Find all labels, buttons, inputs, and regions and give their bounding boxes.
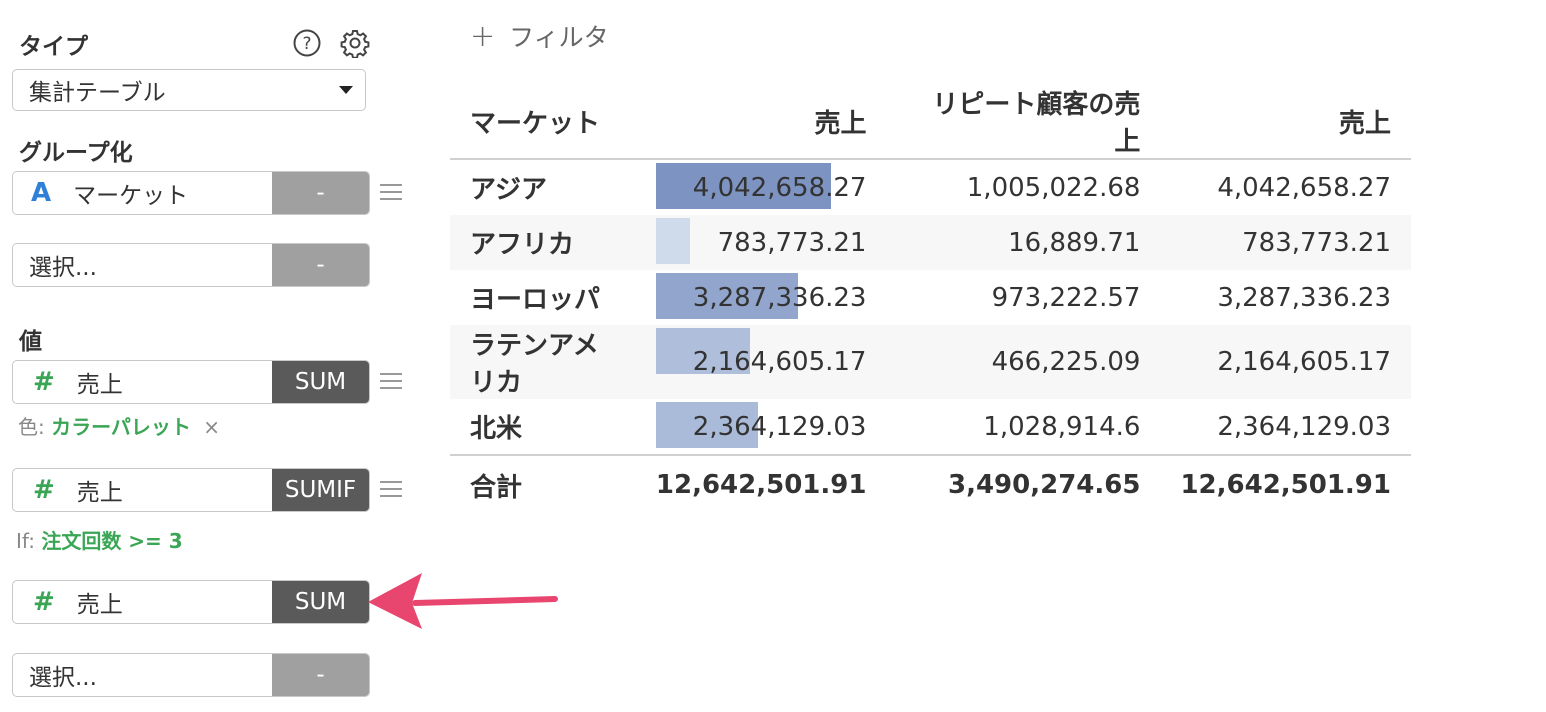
color-note: 色: カラーパレット × — [18, 411, 220, 440]
sales-cell: 2,364,129.03 — [636, 399, 887, 455]
column-header[interactable]: マーケット — [450, 84, 636, 160]
number-type-icon: # — [33, 587, 55, 617]
value-field-3-agg-button[interactable]: SUM — [272, 581, 369, 623]
value-select-agg-button[interactable]: - — [272, 654, 369, 696]
table-row: ラテンアメリカ 2,164,605.17 466,225.09 2,164,605.1… — [450, 325, 1411, 399]
sales-value: 4,042,658.27 — [692, 172, 867, 203]
table-row: アフリカ 783,773.21 16,889.71 783,773.21 — [450, 215, 1411, 270]
if-condition-link[interactable]: 注文回数 >= 3 — [41, 529, 182, 553]
pivot-table: マーケット 売上 リピート顧客の売上 売上 アジア 4,042,658.27 1,0… — [450, 84, 1411, 514]
remove-color-icon[interactable]: × — [203, 415, 220, 439]
sales-value: 783,773.21 — [717, 227, 867, 258]
chart-type-select[interactable]: 集計テーブル — [12, 69, 366, 111]
value-field-1-agg-button[interactable]: SUM — [272, 361, 369, 403]
market-cell: 北米 — [470, 414, 523, 444]
group-field[interactable]: A マーケット - — [12, 171, 370, 215]
repeat-sales-cell: 1,028,914.6 — [983, 411, 1141, 442]
total-cell: 12,642,501.91 — [635, 454, 887, 514]
sales-value: 2,164,605.17 — [692, 347, 867, 377]
table-header-row: マーケット 売上 リピート顧客の売上 売上 — [450, 84, 1411, 160]
value-select-field[interactable]: 選択... - — [12, 653, 370, 697]
drag-handle-icon[interactable] — [380, 372, 402, 390]
value-field-2-name-area[interactable]: # 売上 — [13, 469, 272, 511]
value-field-2-name: 売上 — [76, 480, 123, 506]
group-select-placeholder[interactable]: 選択... — [13, 244, 272, 286]
number-type-icon: # — [33, 367, 55, 397]
chevron-down-icon — [339, 86, 353, 94]
help-icon[interactable]: ? — [290, 26, 324, 60]
if-note-prefix: If: — [16, 529, 35, 553]
sales-cell-2: 2,364,129.03 — [1217, 411, 1391, 442]
gear-icon[interactable] — [338, 26, 372, 60]
svg-text:?: ? — [302, 34, 311, 54]
total-label: 合計 — [450, 454, 636, 514]
sales-cell-2: 2,164,605.17 — [1160, 325, 1411, 399]
type-label: タイプ — [19, 34, 88, 60]
market-cell: ラテンアメリカ — [450, 325, 636, 399]
value-field-3-name: 売上 — [76, 592, 123, 618]
total-cell: 3,490,274.65 — [886, 454, 1161, 514]
column-header[interactable]: 売上 — [1160, 84, 1411, 160]
plus-icon: + — [470, 18, 496, 54]
repeat-sales-cell: 973,222.57 — [991, 282, 1141, 313]
group-field-name: マーケット — [73, 183, 189, 209]
add-filter-button[interactable]: + フィルタ — [470, 18, 609, 54]
data-bar — [655, 218, 690, 264]
column-header[interactable]: 売上 — [635, 84, 887, 160]
repeat-sales-cell: 466,225.09 — [886, 325, 1161, 399]
sales-cell: 2,164,605.17 — [635, 325, 887, 399]
group-select-field[interactable]: 選択... - — [12, 243, 370, 287]
group-field-agg-button[interactable]: - — [272, 172, 369, 214]
sales-cell: 4,042,658.27 — [636, 159, 887, 215]
sales-cell: 783,773.21 — [635, 215, 887, 270]
market-cell: アフリカ — [450, 215, 636, 270]
chart-type-value: 集計テーブル — [29, 80, 166, 106]
value-field-1-name-area[interactable]: # 売上 — [13, 361, 272, 403]
number-type-icon: # — [33, 475, 55, 505]
table-row: 北米 2,364,129.03 1,028,914.6 2,364,129.03 — [450, 399, 1411, 455]
text-type-icon: A — [31, 178, 52, 208]
sales-value: 3,287,336.23 — [692, 282, 867, 313]
value-select-placeholder[interactable]: 選択... — [13, 654, 272, 696]
table-row: ヨーロッパ 3,287,336.23 973,222.57 3,287,336.23 — [450, 270, 1411, 325]
total-cell: 12,642,501.91 — [1160, 454, 1411, 514]
table-row: アジア 4,042,658.27 1,005,022.68 4,042,658.27 — [450, 159, 1411, 215]
sales-cell-2: 783,773.21 — [1160, 215, 1411, 270]
sales-cell-2: 4,042,658.27 — [1217, 172, 1391, 203]
group-label: グループ化 — [19, 140, 133, 166]
group-field-name-area[interactable]: A マーケット — [13, 172, 272, 214]
sales-cell-2: 3,287,336.23 — [1217, 282, 1391, 313]
repeat-sales-cell: 1,005,022.68 — [966, 172, 1141, 203]
color-palette-link[interactable]: カラーパレット — [51, 415, 191, 439]
column-header[interactable]: リピート顧客の売上 — [886, 84, 1161, 160]
drag-handle-icon[interactable] — [380, 480, 402, 498]
market-cell: アジア — [470, 175, 547, 205]
filter-label: フィルタ — [509, 23, 609, 52]
value-field-1-name: 売上 — [76, 372, 123, 398]
if-note: If: 注文回数 >= 3 — [16, 525, 183, 554]
value-field-3[interactable]: # 売上 SUM — [12, 580, 370, 624]
drag-handle-icon[interactable] — [380, 183, 402, 201]
market-cell: ヨーロッパ — [470, 285, 601, 315]
value-field-2-agg-button[interactable]: SUMIF — [272, 469, 369, 511]
total-row: 合計 12,642,501.91 3,490,274.65 12,642,501… — [450, 454, 1411, 514]
group-select-agg-button[interactable]: - — [272, 244, 369, 286]
value-label: 値 — [19, 329, 42, 355]
color-note-prefix: 色: — [18, 415, 45, 439]
value-field-3-name-area[interactable]: # 売上 — [13, 581, 272, 623]
value-field-2[interactable]: # 売上 SUMIF — [12, 468, 370, 512]
value-field-1[interactable]: # 売上 SUM — [12, 360, 370, 404]
annotation-arrow — [368, 573, 558, 629]
repeat-sales-cell: 16,889.71 — [886, 215, 1161, 270]
sales-value: 2,364,129.03 — [692, 411, 867, 442]
sales-cell: 3,287,336.23 — [636, 270, 887, 325]
